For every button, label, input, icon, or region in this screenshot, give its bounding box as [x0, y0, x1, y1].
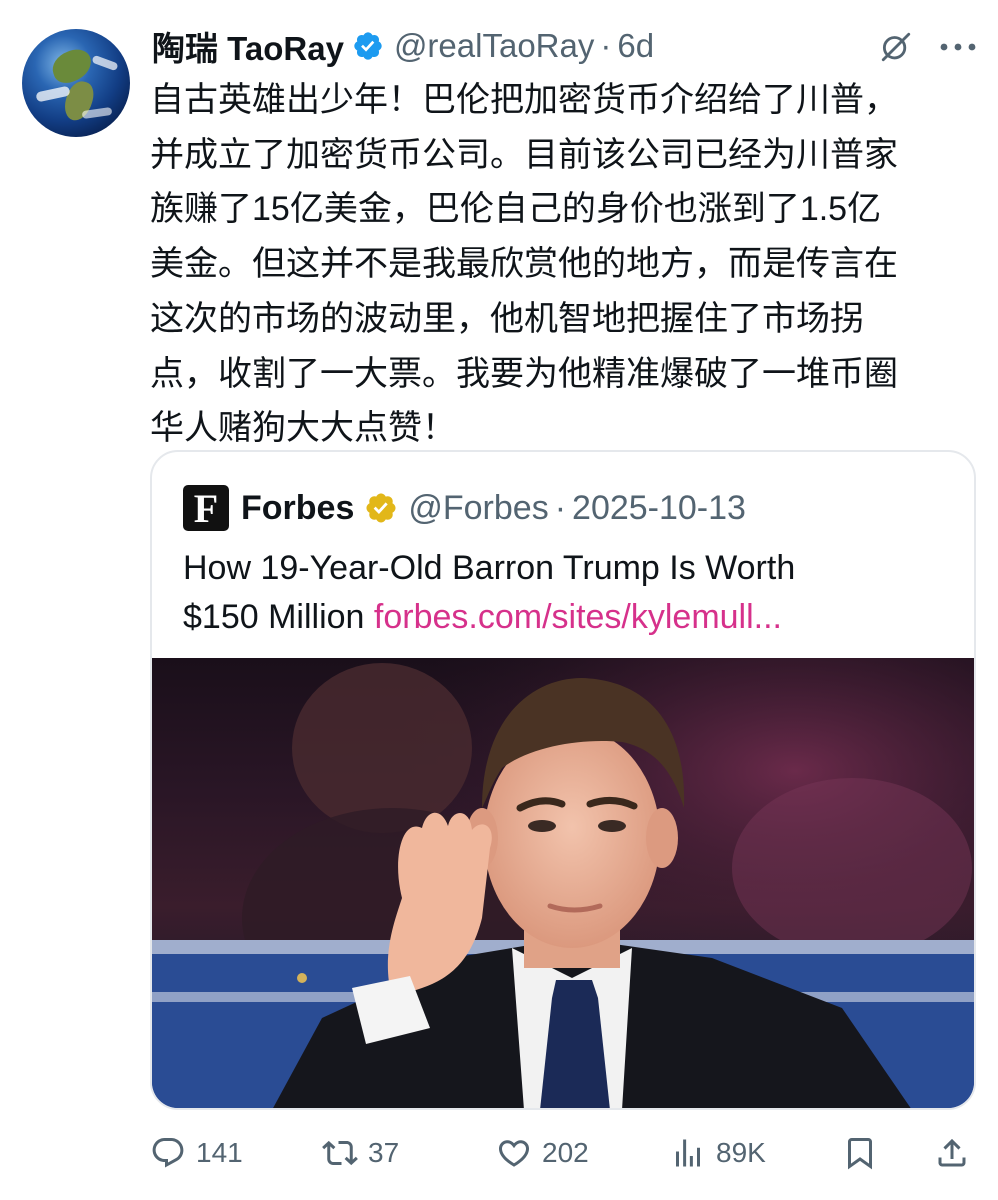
- quoted-tweet-card[interactable]: F Forbes @Forbes · 2025-10-13 How 19-Yea…: [150, 450, 976, 1110]
- verified-badge-icon: [354, 32, 382, 60]
- tweet-action-bar: 141 37 202 89K: [150, 1126, 980, 1180]
- avatar[interactable]: [22, 29, 130, 137]
- photo-illustration: [152, 658, 974, 1108]
- tweet-text-line: 华人赌狗大大点赞！: [150, 409, 456, 448]
- separator-dot: ·: [554, 488, 567, 527]
- quoted-author-handle: @Forbes: [408, 488, 549, 527]
- reply-icon: [152, 1138, 184, 1168]
- views-button[interactable]: 89K: [670, 1126, 766, 1180]
- quoted-tweet-photo[interactable]: [152, 658, 974, 1108]
- share-button[interactable]: [934, 1126, 970, 1180]
- repost-count: 37: [368, 1137, 400, 1168]
- forbes-logo: F: [183, 485, 229, 531]
- tweet-text-line: 族赚了15亿美金，巴伦自己的身价也涨到了1.5亿: [150, 190, 882, 229]
- quoted-tweet-text: How 19-Year-Old Barron Trump Is Worth $1…: [183, 544, 963, 642]
- separator-dot: ·: [600, 27, 612, 64]
- quoted-author-name: Forbes: [241, 488, 355, 527]
- like-count: 202: [542, 1137, 589, 1168]
- views-count: 89K: [716, 1137, 766, 1168]
- tweet-text: 自古英雄出少年！巴伦把加密货币介绍给了川普， 并成立了加密货币公司。目前该公司已…: [150, 73, 985, 456]
- repost-button[interactable]: 37: [322, 1126, 399, 1180]
- reply-count: 141: [196, 1137, 243, 1168]
- avatar-land: [48, 45, 96, 87]
- article-link[interactable]: forbes.com/sites/kylemull...: [374, 598, 782, 636]
- quoted-tweet-date: 2025-10-13: [572, 488, 746, 527]
- quoted-tweet-header: F Forbes @Forbes · 2025-10-13: [183, 485, 746, 531]
- avatar-cloud: [91, 54, 119, 72]
- grok-icon[interactable]: [876, 27, 916, 67]
- views-chart-icon: [676, 1139, 700, 1167]
- tweet-text-line: 美金。但这并不是我最欣赏他的地方，而是传言在: [150, 245, 898, 284]
- heart-icon: [498, 1140, 530, 1167]
- quoted-text-line: $150 Million forbes.com/sites/kylemull..…: [183, 593, 963, 642]
- tweet-header: 陶瑞 TaoRay @realTaoRay · 6d: [152, 24, 654, 68]
- like-button[interactable]: 202: [496, 1126, 589, 1180]
- share-icon: [938, 1138, 966, 1167]
- author-handle[interactable]: @realTaoRay: [394, 27, 594, 65]
- gold-verified-badge-icon: [366, 493, 396, 523]
- reply-button[interactable]: 141: [150, 1126, 243, 1180]
- author-display-name[interactable]: 陶瑞 TaoRay: [152, 22, 344, 70]
- tweet-text-line: 自古英雄出少年！巴伦把加密货币介绍给了川普，: [150, 81, 898, 119]
- tweet-text-line: 并成立了加密货币公司。目前该公司已经为川普家: [150, 135, 898, 174]
- quoted-text-prefix: $150 Million: [183, 598, 374, 636]
- tweet-timestamp[interactable]: 6d: [617, 27, 654, 65]
- bookmark-button[interactable]: [842, 1126, 878, 1180]
- forbes-logo-letter: F: [193, 485, 219, 531]
- quoted-text-line: How 19-Year-Old Barron Trump Is Worth: [183, 549, 796, 587]
- tweet-text-line: 点，收割了一大票。我要为他精准爆破了一堆币圈: [150, 354, 898, 393]
- bookmark-icon: [848, 1138, 872, 1170]
- more-options-icon[interactable]: [936, 27, 980, 67]
- repost-icon: [322, 1140, 358, 1166]
- tweet-text-line: 这次的市场的波动里，他机智地把握住了市场拐: [150, 299, 864, 338]
